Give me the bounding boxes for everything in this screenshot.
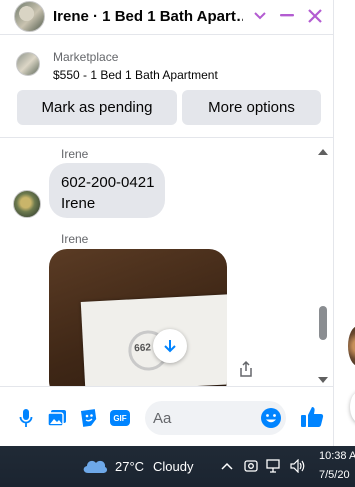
sender-name: Irene [61, 232, 89, 246]
clock-time[interactable]: 10:38 A [319, 450, 355, 462]
minimize-icon[interactable] [277, 6, 297, 26]
chat-header: Irene · 1 Bed 1 Bath Apart… [0, 0, 333, 35]
mark-as-pending-button[interactable]: Mark as pending [17, 90, 177, 125]
scrollbar-thumb[interactable] [319, 306, 327, 340]
network-icon[interactable] [266, 458, 282, 474]
listing-title[interactable]: $550 - 1 Bed 1 Bath Apartment [53, 68, 218, 82]
scrollbar[interactable] [316, 138, 330, 386]
photo-attachment[interactable]: 662 [49, 249, 227, 386]
message-list: Irene 602-200-0421 Irene Irene 662 [0, 138, 333, 386]
scroll-to-bottom-button[interactable] [153, 329, 187, 363]
scroll-up-arrow-icon[interactable] [318, 142, 328, 160]
message-composer: GIF Aa [0, 386, 333, 446]
camera-icon[interactable] [243, 458, 259, 474]
gallery-icon[interactable] [47, 408, 67, 428]
chat-title[interactable]: Irene · 1 Bed 1 Bath Apart… [53, 8, 243, 25]
message-bubble[interactable]: 602-200-0421 Irene [49, 163, 165, 218]
gif-label: GIF [110, 410, 130, 426]
background-avatar [348, 326, 355, 366]
chat-window: Irene · 1 Bed 1 Bath Apart… Marketplace … [0, 0, 334, 446]
message-input[interactable]: Aa [145, 401, 286, 435]
weather-description[interactable]: Cloudy [153, 459, 193, 474]
emoji-icon[interactable] [260, 407, 282, 429]
sender-name: Irene [61, 147, 89, 161]
chevron-up-icon[interactable] [219, 458, 235, 474]
thumbs-up-icon[interactable] [300, 405, 324, 429]
contact-avatar[interactable] [14, 1, 45, 32]
close-icon[interactable] [305, 6, 325, 26]
cloud-icon[interactable] [82, 456, 108, 474]
sender-avatar[interactable] [13, 190, 41, 218]
scroll-down-arrow-icon[interactable] [318, 370, 328, 386]
listing-thumbnail[interactable] [16, 52, 40, 76]
microphone-icon[interactable] [16, 408, 36, 428]
message-line: 602-200-0421 [61, 174, 155, 191]
background-button [350, 391, 355, 423]
share-icon[interactable] [238, 360, 254, 378]
volume-icon[interactable] [290, 458, 306, 474]
more-options-button[interactable]: More options [182, 90, 321, 125]
message-line: Irene [61, 195, 96, 212]
message-input-placeholder: Aa [153, 410, 172, 427]
marketplace-label: Marketplace [53, 50, 119, 64]
gif-icon[interactable]: GIF [110, 408, 130, 428]
chevron-down-icon[interactable] [250, 6, 270, 26]
windows-taskbar: 27°C Cloudy 10:38 A 7/5/20 [0, 446, 355, 487]
sticker-icon[interactable] [79, 408, 99, 428]
score-text: 662 [133, 342, 152, 355]
marketplace-banner: Marketplace $550 - 1 Bed 1 Bath Apartmen… [0, 35, 333, 138]
clock-date[interactable]: 7/5/20 [319, 469, 350, 481]
weather-temperature[interactable]: 27°C [115, 459, 144, 474]
